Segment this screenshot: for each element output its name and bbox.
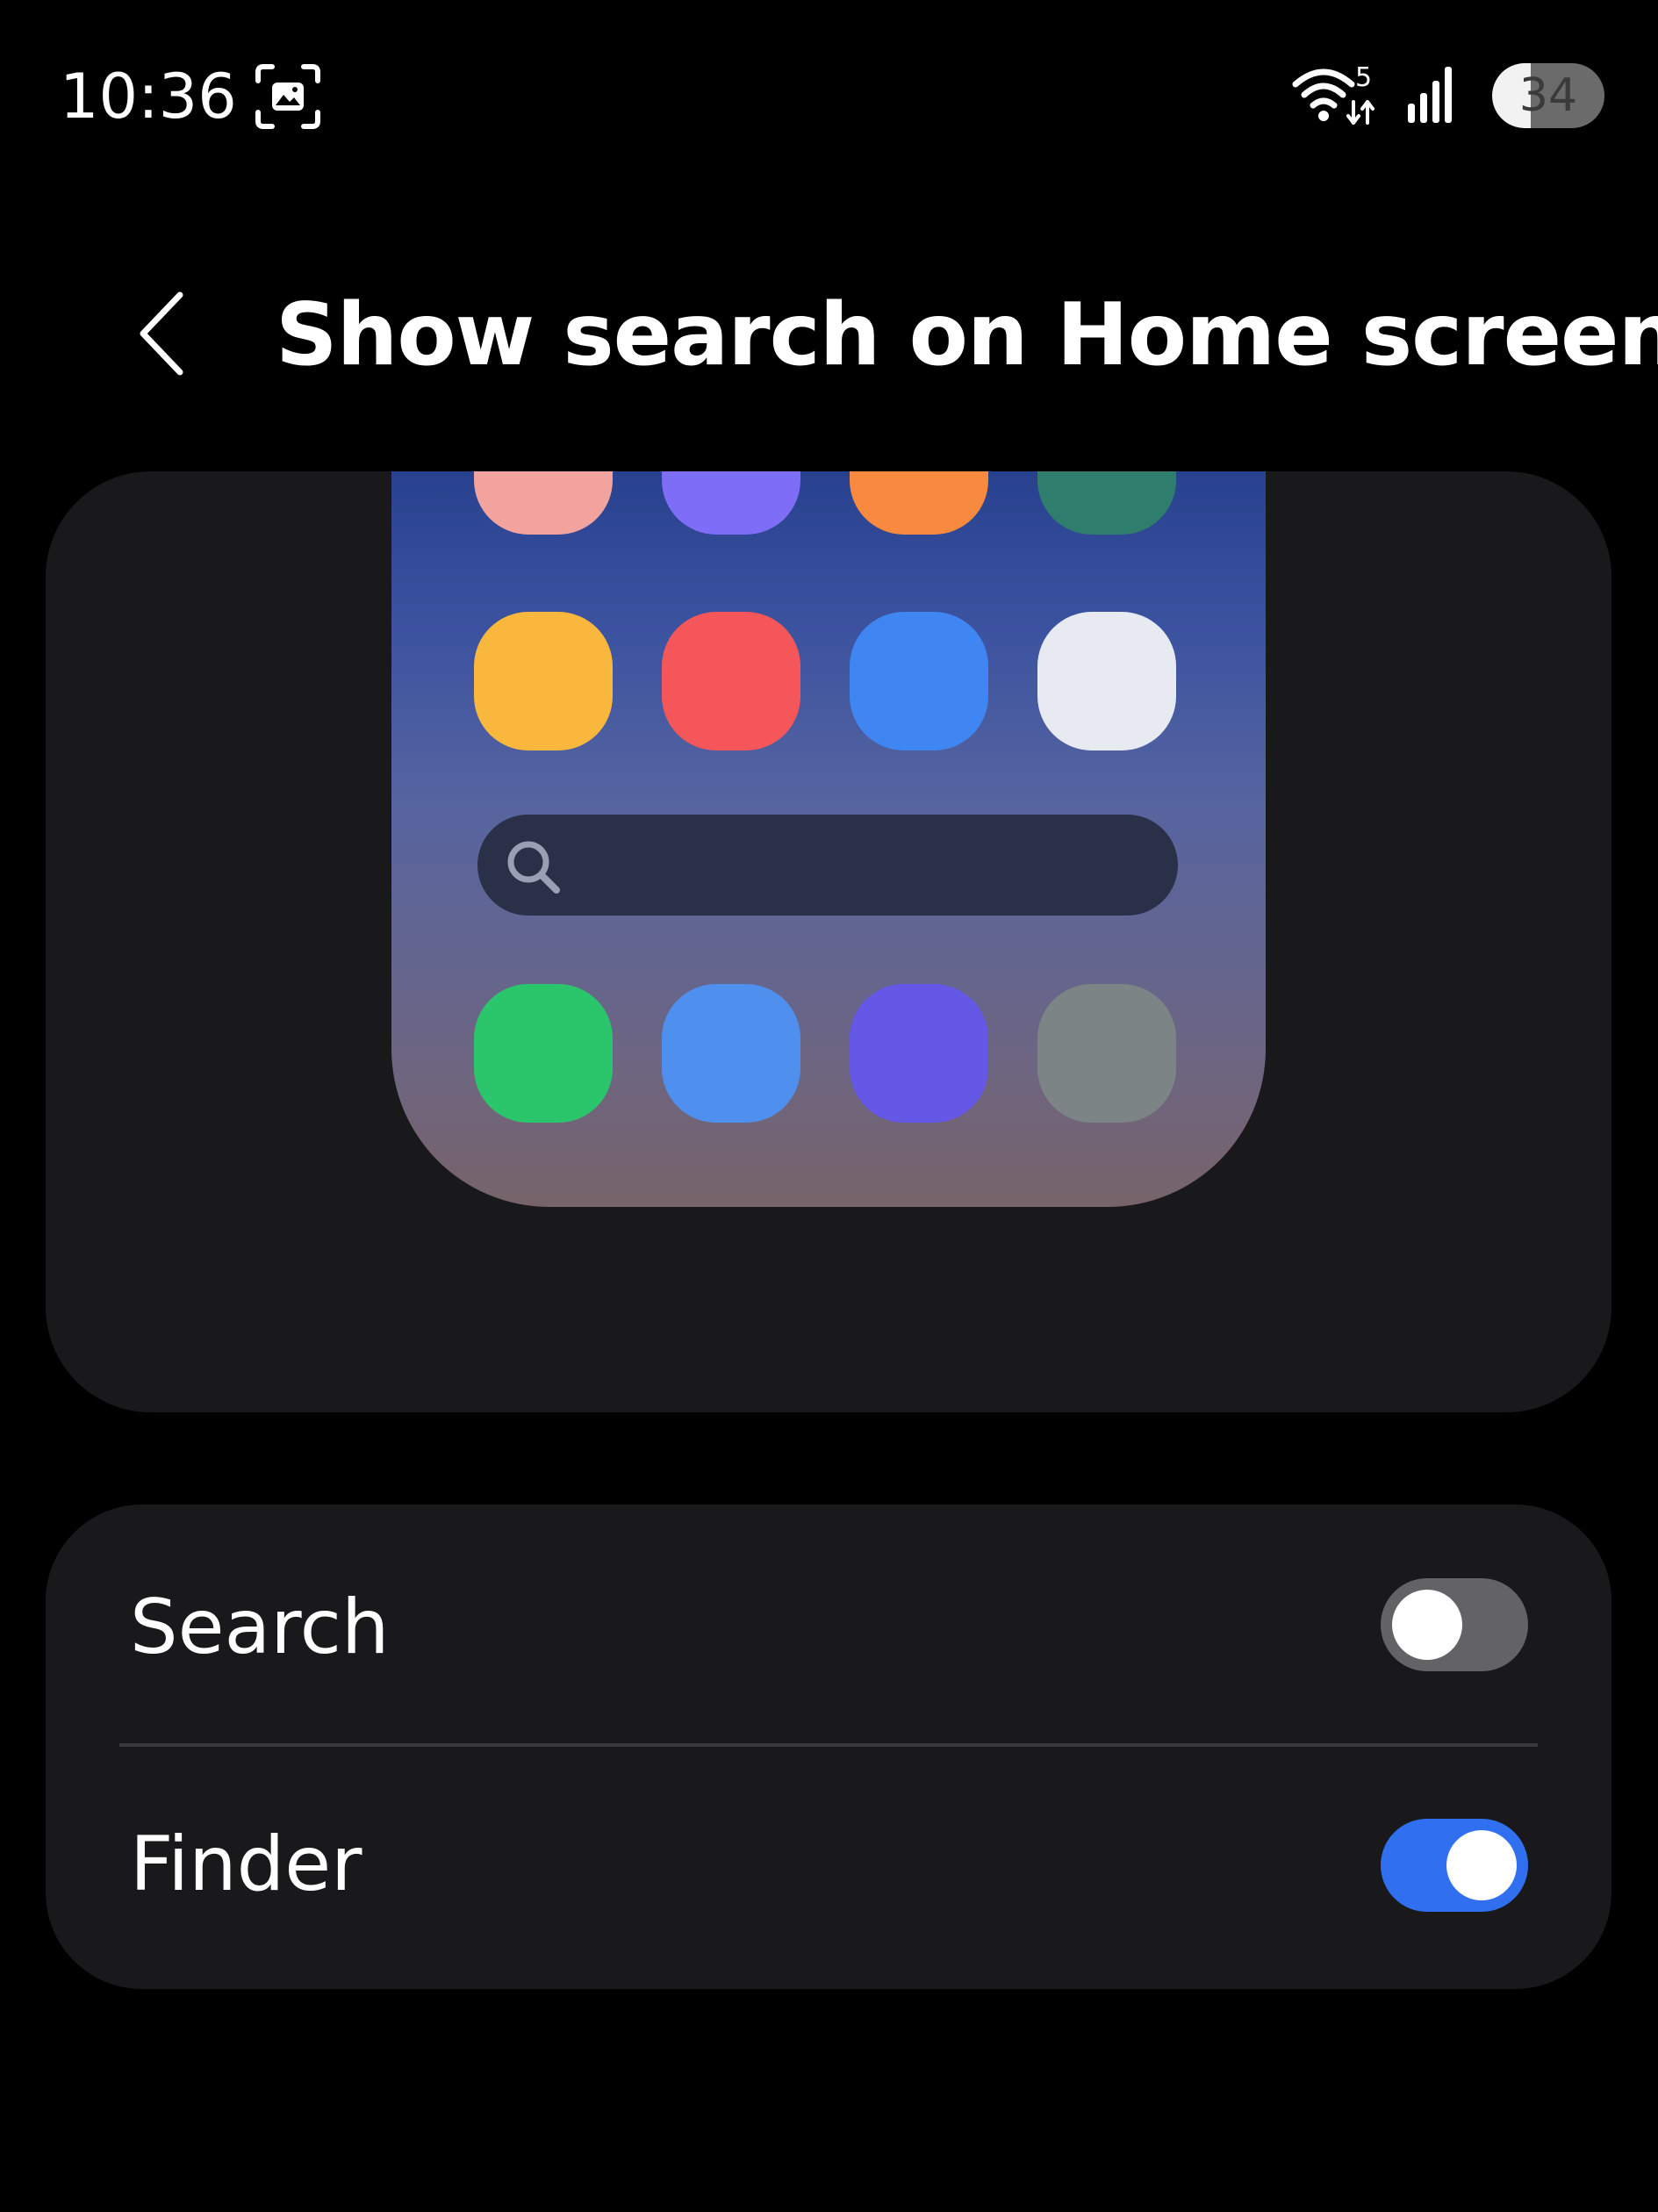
app-icon bbox=[662, 984, 800, 1123]
setting-label-search: Search bbox=[130, 1584, 390, 1671]
status-bar: 10:36 5 34 bbox=[0, 0, 1658, 176]
toggle-knob bbox=[1446, 1830, 1517, 1900]
app-icon bbox=[850, 984, 988, 1123]
search-icon bbox=[507, 841, 560, 894]
toggle-knob bbox=[1392, 1590, 1462, 1660]
app-icon bbox=[474, 984, 613, 1123]
page-title: Show search on Home screen bbox=[276, 285, 1658, 385]
setting-row-finder[interactable]: Finder bbox=[46, 1747, 1611, 1989]
back-button[interactable] bbox=[114, 281, 211, 386]
app-icon bbox=[1037, 612, 1176, 750]
preview-search-bar bbox=[477, 815, 1178, 916]
app-icon bbox=[474, 612, 613, 750]
app-icon bbox=[474, 471, 613, 535]
signal-icon bbox=[1408, 67, 1452, 123]
status-time: 10:36 bbox=[60, 61, 237, 133]
finder-toggle[interactable] bbox=[1381, 1819, 1528, 1912]
app-icon bbox=[850, 471, 988, 535]
app-icon bbox=[1037, 984, 1176, 1123]
app-icon bbox=[1037, 471, 1176, 535]
chevron-left-icon bbox=[140, 291, 183, 376]
app-icon bbox=[662, 471, 800, 535]
battery-level: 34 bbox=[1518, 69, 1578, 122]
app-icon bbox=[850, 612, 988, 750]
wifi-icon: 5 bbox=[1292, 62, 1374, 125]
screenshot-icon bbox=[255, 64, 320, 129]
app-icon bbox=[662, 612, 800, 750]
setting-label-finder: Finder bbox=[130, 1821, 362, 1908]
preview-card bbox=[46, 471, 1611, 1412]
search-toggle[interactable] bbox=[1381, 1578, 1528, 1671]
battery-icon: 34 bbox=[1492, 63, 1604, 128]
setting-row-search[interactable]: Search bbox=[46, 1505, 1611, 1747]
settings-card: Search Finder bbox=[46, 1505, 1611, 1989]
wifi-badge: 5 bbox=[1355, 62, 1372, 93]
home-screen-preview bbox=[391, 471, 1266, 1207]
